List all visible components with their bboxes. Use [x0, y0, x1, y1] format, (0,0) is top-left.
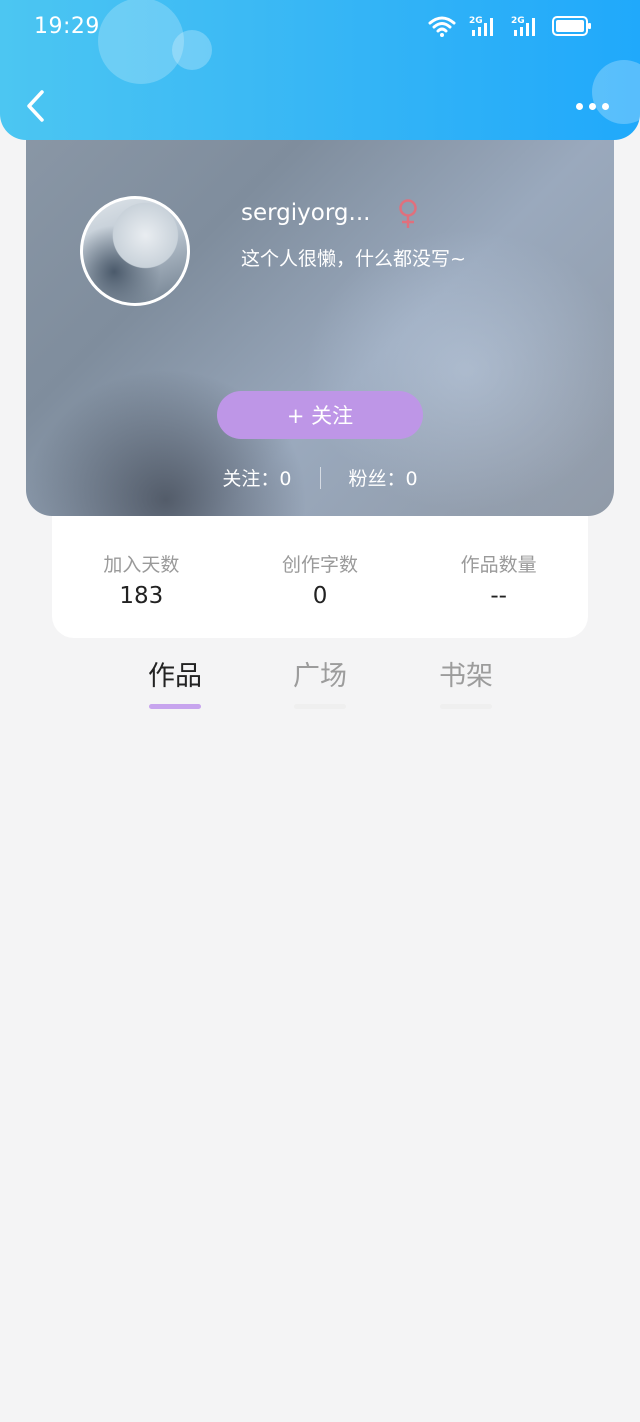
- user-bio: 这个人很懒，什么都没写~: [241, 248, 466, 270]
- stat-value: --: [490, 583, 507, 609]
- stat-join-days: 加入天数 183: [52, 516, 231, 638]
- stat-value: 183: [119, 583, 164, 609]
- followers-label: 粉丝：: [348, 468, 406, 490]
- more-button[interactable]: [576, 98, 610, 114]
- top-header: 19:29 2G 2G: [0, 0, 640, 140]
- status-icons: 2G 2G: [428, 14, 592, 38]
- tab-label: 作品: [148, 661, 202, 692]
- more-dots-icon: [602, 102, 609, 110]
- following-stat[interactable]: 关注：0: [222, 464, 291, 491]
- tab-indicator: [149, 704, 201, 709]
- stat-value: 0: [312, 583, 328, 609]
- stat-label: 创作字数: [282, 554, 359, 576]
- more-dots-icon: [589, 102, 596, 110]
- more-dots-icon: [576, 102, 583, 110]
- signal-2g-icon: 2G: [469, 16, 493, 36]
- tab-label: 书架: [439, 661, 493, 692]
- username: sergiyorg...: [241, 200, 371, 226]
- followers-stat[interactable]: 粉丝：0: [349, 464, 418, 491]
- chevron-left-icon: [27, 90, 44, 122]
- tab-square[interactable]: 广场: [270, 654, 370, 709]
- status-time: 19:29: [34, 14, 100, 39]
- battery-icon: [552, 16, 591, 36]
- tab-indicator: [440, 704, 492, 709]
- stat-word-count: 创作字数 0: [231, 516, 410, 638]
- divider: [319, 466, 321, 489]
- stat-label: 加入天数: [103, 554, 180, 576]
- decorative-bubble: [172, 30, 212, 70]
- following-label: 关注：: [222, 468, 280, 490]
- svg-text:2G: 2G: [469, 16, 483, 26]
- tab-bar: 作品 广场 书架: [0, 654, 640, 714]
- follow-stats: 关注：0 粉丝：0: [26, 464, 614, 491]
- profile-card: sergiyorg... 这个人很懒，什么都没写~ + 关注 关注：0 粉丝：0: [26, 120, 614, 516]
- avatar[interactable]: [80, 196, 190, 306]
- female-icon: [399, 199, 417, 228]
- tab-indicator: [294, 704, 346, 709]
- stat-label: 作品数量: [460, 554, 537, 576]
- tab-bookshelf[interactable]: 书架: [416, 654, 516, 709]
- following-count: 0: [279, 468, 292, 490]
- svg-text:2G: 2G: [511, 16, 525, 26]
- tab-label: 广场: [293, 661, 347, 692]
- stats-card: 加入天数 183 创作字数 0 作品数量 --: [52, 516, 588, 638]
- decorative-bubble: [592, 60, 640, 124]
- decorative-bubble: [98, 0, 184, 84]
- back-button[interactable]: [22, 88, 50, 124]
- follow-button[interactable]: + 关注: [217, 391, 423, 439]
- tab-works[interactable]: 作品: [125, 654, 225, 709]
- signal-2g-icon: 2G: [511, 16, 535, 36]
- wifi-icon: [428, 16, 456, 37]
- followers-count: 0: [405, 468, 418, 490]
- stat-works-count: 作品数量 --: [409, 516, 588, 638]
